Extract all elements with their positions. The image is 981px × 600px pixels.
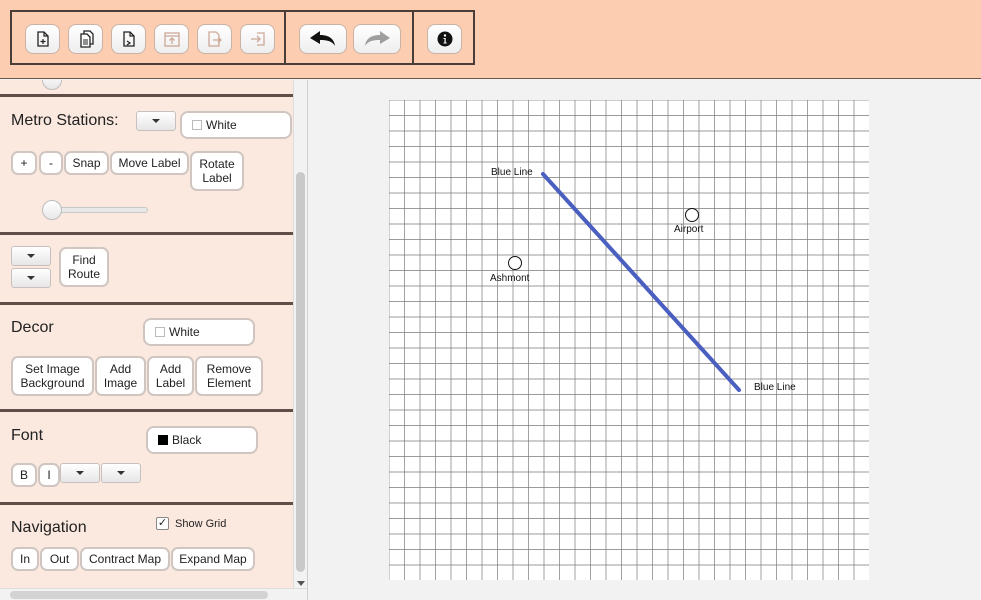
font-family-dropdown[interactable] xyxy=(60,463,100,483)
toolbar xyxy=(0,0,981,79)
export-icon xyxy=(207,31,222,47)
decor-heading: Decor xyxy=(11,319,54,336)
horizontal-scroll-thumb[interactable] xyxy=(10,591,268,599)
metro-stations-heading: Metro Stations: xyxy=(11,112,119,129)
add-station-button[interactable]: + xyxy=(11,151,37,175)
exit-icon xyxy=(250,32,265,46)
info-icon xyxy=(437,31,452,47)
exit-button[interactable] xyxy=(240,24,275,54)
chevron-down-icon xyxy=(152,119,160,123)
blue-line-end-label[interactable]: Blue Line xyxy=(754,382,796,393)
undo-button[interactable] xyxy=(299,24,347,54)
export-button[interactable] xyxy=(197,24,232,54)
open-map-button[interactable] xyxy=(111,24,146,54)
info-toolbar-group xyxy=(412,10,475,65)
info-button[interactable] xyxy=(427,24,462,54)
vertical-scrollbar[interactable] xyxy=(293,80,307,588)
bold-button[interactable]: B xyxy=(11,463,37,487)
navigation-section: Navigation ✓ Show Grid In Out Contract M… xyxy=(0,505,293,588)
metro-stations-section: Metro Stations: White + - Snap Move Labe… xyxy=(0,97,293,232)
top-partial-section xyxy=(0,80,293,94)
italic-button[interactable]: I xyxy=(38,463,60,487)
chevron-down-icon xyxy=(117,471,125,475)
panel-scroll-area: Metro Stations: White + - Snap Move Labe… xyxy=(0,80,293,588)
find-route-button[interactable]: Find Route xyxy=(59,247,109,287)
vertical-scroll-thumb[interactable] xyxy=(296,172,305,572)
chevron-down-icon xyxy=(76,471,84,475)
decor-color-button[interactable]: White xyxy=(143,318,255,346)
horizontal-scrollbar[interactable] xyxy=(0,588,307,600)
route-end-dropdown[interactable] xyxy=(11,268,51,288)
redo-icon xyxy=(365,31,390,46)
move-label-button[interactable]: Move Label xyxy=(110,151,189,175)
station-airport[interactable] xyxy=(685,208,699,222)
font-heading: Font xyxy=(11,427,44,444)
white-swatch xyxy=(155,327,165,337)
station-ashmont[interactable] xyxy=(508,256,522,270)
open-file-icon xyxy=(122,31,135,47)
station-ashmont-label[interactable]: Ashmont xyxy=(490,273,530,284)
station-airport-label[interactable]: Airport xyxy=(674,224,704,235)
rotate-label-button[interactable]: Rotate Label xyxy=(190,151,244,191)
zoom-out-button[interactable]: Out xyxy=(40,547,79,571)
left-panel: Metro Stations: White + - Snap Move Labe… xyxy=(0,80,307,600)
snap-button[interactable]: Snap xyxy=(64,151,109,175)
expand-map-button[interactable]: Expand Map xyxy=(171,547,255,571)
decor-section: Decor White Set Image Background Add Ima… xyxy=(0,305,293,409)
route-section: Find Route xyxy=(0,235,293,302)
checkmark-icon: ✓ xyxy=(156,517,169,530)
zoom-in-button[interactable]: In xyxy=(11,547,39,571)
map-canvas[interactable]: Blue Line Blue Line Airport Ashmont xyxy=(389,100,869,580)
undo-icon xyxy=(310,31,335,46)
station-color-button[interactable]: White xyxy=(180,111,292,139)
new-file-icon xyxy=(36,31,49,47)
navigation-heading: Navigation xyxy=(11,519,87,536)
set-image-background-button[interactable]: Set Image Background xyxy=(11,356,94,396)
station-color-label: White xyxy=(206,118,237,132)
show-grid-checkbox[interactable]: ✓ Show Grid xyxy=(156,517,226,530)
font-color-label: Black xyxy=(172,433,202,447)
save-image-button[interactable] xyxy=(154,24,189,54)
black-swatch xyxy=(158,435,168,445)
add-label-button[interactable]: Add Label xyxy=(147,356,194,396)
remove-element-button[interactable]: Remove Element xyxy=(195,356,263,396)
route-start-dropdown[interactable] xyxy=(11,246,51,266)
copy-icon xyxy=(79,30,94,48)
font-size-dropdown[interactable] xyxy=(101,463,141,483)
history-toolbar-group xyxy=(284,10,414,65)
chevron-down-icon xyxy=(27,254,35,258)
show-grid-label: Show Grid xyxy=(175,517,227,530)
contract-map-button[interactable]: Contract Map xyxy=(80,547,170,571)
station-style-dropdown[interactable] xyxy=(136,111,176,131)
copy-map-button[interactable] xyxy=(68,24,103,54)
scroll-down-arrow-icon[interactable] xyxy=(297,581,305,586)
file-toolbar-group xyxy=(10,10,286,65)
white-swatch xyxy=(192,120,202,130)
font-color-button[interactable]: Black xyxy=(146,426,258,454)
new-map-button[interactable] xyxy=(25,24,60,54)
partial-slider-thumb[interactable] xyxy=(42,80,62,90)
save-image-icon xyxy=(163,32,180,47)
label-slider-thumb[interactable] xyxy=(42,200,62,220)
add-image-button[interactable]: Add Image xyxy=(95,356,146,396)
map-background xyxy=(389,100,869,580)
redo-button[interactable] xyxy=(353,24,401,54)
chevron-down-icon xyxy=(27,276,35,280)
font-section: Font Black B I xyxy=(0,412,293,502)
map-area: Blue Line Blue Line Airport Ashmont xyxy=(307,80,981,600)
decor-color-label: White xyxy=(169,325,200,339)
blue-line-start-label[interactable]: Blue Line xyxy=(491,167,533,178)
remove-station-button[interactable]: - xyxy=(39,151,63,175)
